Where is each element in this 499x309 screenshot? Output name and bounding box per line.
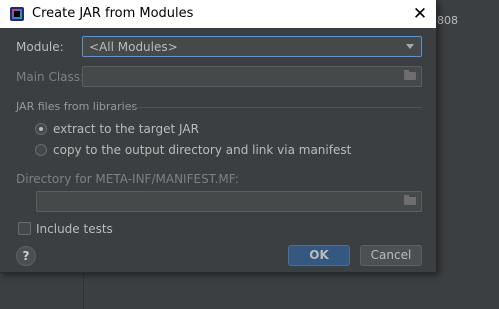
extract-radio-label[interactable]: extract to the target JAR (53, 122, 199, 136)
ok-button[interactable]: OK (288, 245, 350, 266)
close-icon[interactable]: ✕ (408, 2, 432, 26)
background-divider (83, 272, 84, 309)
cancel-button[interactable]: Cancel (360, 245, 422, 266)
extract-radio[interactable] (35, 123, 47, 135)
browse-folder-icon[interactable] (404, 70, 416, 80)
chevron-down-icon (406, 44, 414, 49)
browse-folder-icon[interactable] (404, 195, 416, 205)
background-partial-text: 808 (437, 14, 458, 27)
include-tests-label[interactable]: Include tests (36, 222, 113, 236)
create-jar-dialog: Create JAR from Modules ✕ Module: <All M… (0, 0, 437, 273)
include-tests-checkbox[interactable] (18, 222, 31, 235)
dialog-title: Create JAR from Modules (32, 6, 194, 21)
group-divider (126, 107, 422, 108)
copy-radio[interactable] (35, 144, 47, 156)
copy-radio-label[interactable]: copy to the output directory and link vi… (53, 143, 351, 157)
module-label: Module: (16, 40, 64, 54)
intellij-app-icon (10, 7, 24, 21)
manifest-dir-label: Directory for META-INF/MANIFEST.MF: (16, 172, 239, 186)
module-combobox-value: <All Modules> (89, 40, 178, 54)
main-class-label: Main Class: (16, 70, 85, 84)
main-class-field[interactable] (82, 66, 422, 87)
module-combobox[interactable]: <All Modules> (82, 36, 422, 57)
dialog-titlebar[interactable]: Create JAR from Modules ✕ (0, 0, 436, 28)
manifest-dir-field[interactable] (36, 191, 422, 212)
libraries-group-title: JAR files from libraries (16, 100, 138, 113)
help-icon[interactable]: ? (16, 246, 36, 266)
